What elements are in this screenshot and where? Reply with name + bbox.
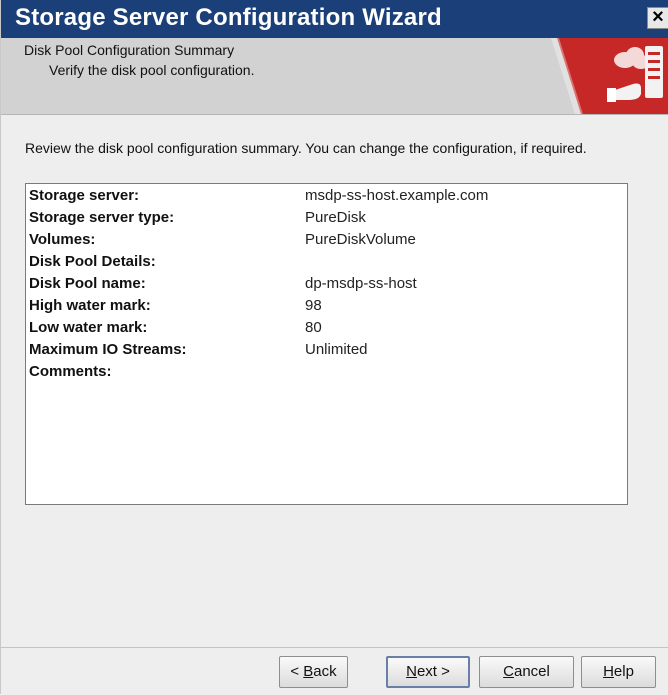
step-title: Disk Pool Configuration Summary (24, 42, 235, 58)
row-label: Storage server type: (29, 209, 175, 226)
server-cloud-hand-icon (551, 38, 668, 114)
row-label: Volumes: (29, 231, 96, 248)
window-title: Storage Server Configuration Wizard (15, 4, 442, 31)
row-value: PureDiskVolume (305, 231, 416, 248)
summary-row: Maximum IO Streams: Unlimited (26, 341, 627, 363)
next-mnemonic: N (406, 663, 417, 680)
cancel-mnemonic: C (503, 663, 514, 680)
back-mnemonic: B (303, 663, 314, 680)
next-button[interactable]: Next > (386, 656, 470, 688)
summary-row: Disk Pool name: dp-msdp-ss-host (26, 275, 627, 297)
row-label: Disk Pool Details: (29, 253, 156, 270)
row-label: Low water mark: (29, 319, 148, 336)
close-button[interactable]: × (647, 7, 668, 29)
row-label: Disk Pool name: (29, 275, 146, 292)
instructions-text: Review the disk pool configuration summa… (25, 140, 587, 156)
back-label: ack (313, 663, 337, 680)
wizard-window: Storage Server Configuration Wizard × Di… (0, 0, 668, 695)
summary-row: Storage server: msdp-ss-host.example.com (26, 187, 627, 209)
wizard-button-bar: < Back Next > Cancel Help (1, 647, 668, 695)
title-bar[interactable]: Storage Server Configuration Wizard × (1, 0, 668, 38)
cancel-label: ancel (513, 663, 550, 680)
back-button[interactable]: < Back (279, 656, 348, 688)
row-value: Unlimited (305, 341, 368, 358)
next-label: ext > (416, 663, 450, 680)
row-label: Maximum IO Streams: (29, 341, 187, 358)
summary-panel[interactable]: Storage server: msdp-ss-host.example.com… (25, 183, 628, 505)
back-prefix: < (290, 663, 304, 680)
help-button[interactable]: Help (581, 656, 656, 688)
summary-row: High water mark: 98 (26, 297, 627, 319)
summary-row: Volumes: PureDiskVolume (26, 231, 627, 253)
row-label: Storage server: (29, 187, 140, 204)
row-value: 80 (305, 319, 322, 336)
row-value: PureDisk (305, 209, 366, 226)
wizard-content: Review the disk pool configuration summa… (1, 115, 668, 647)
row-value: dp-msdp-ss-host (305, 275, 417, 292)
summary-row: Storage server type: PureDisk (26, 209, 627, 231)
summary-row: Disk Pool Details: (26, 253, 627, 275)
summary-row: Comments: (26, 363, 627, 385)
close-icon: × (652, 6, 664, 28)
wizard-header-banner: Disk Pool Configuration Summary Verify t… (1, 38, 668, 115)
row-value: msdp-ss-host.example.com (305, 187, 489, 204)
row-label: High water mark: (29, 297, 151, 314)
row-label: Comments: (29, 363, 112, 380)
help-label: elp (613, 663, 634, 680)
step-subtitle: Verify the disk pool configuration. (49, 62, 255, 78)
summary-row: Low water mark: 80 (26, 319, 627, 341)
row-value: 98 (305, 297, 322, 314)
cancel-button[interactable]: Cancel (479, 656, 574, 688)
help-mnemonic: H (603, 663, 614, 680)
